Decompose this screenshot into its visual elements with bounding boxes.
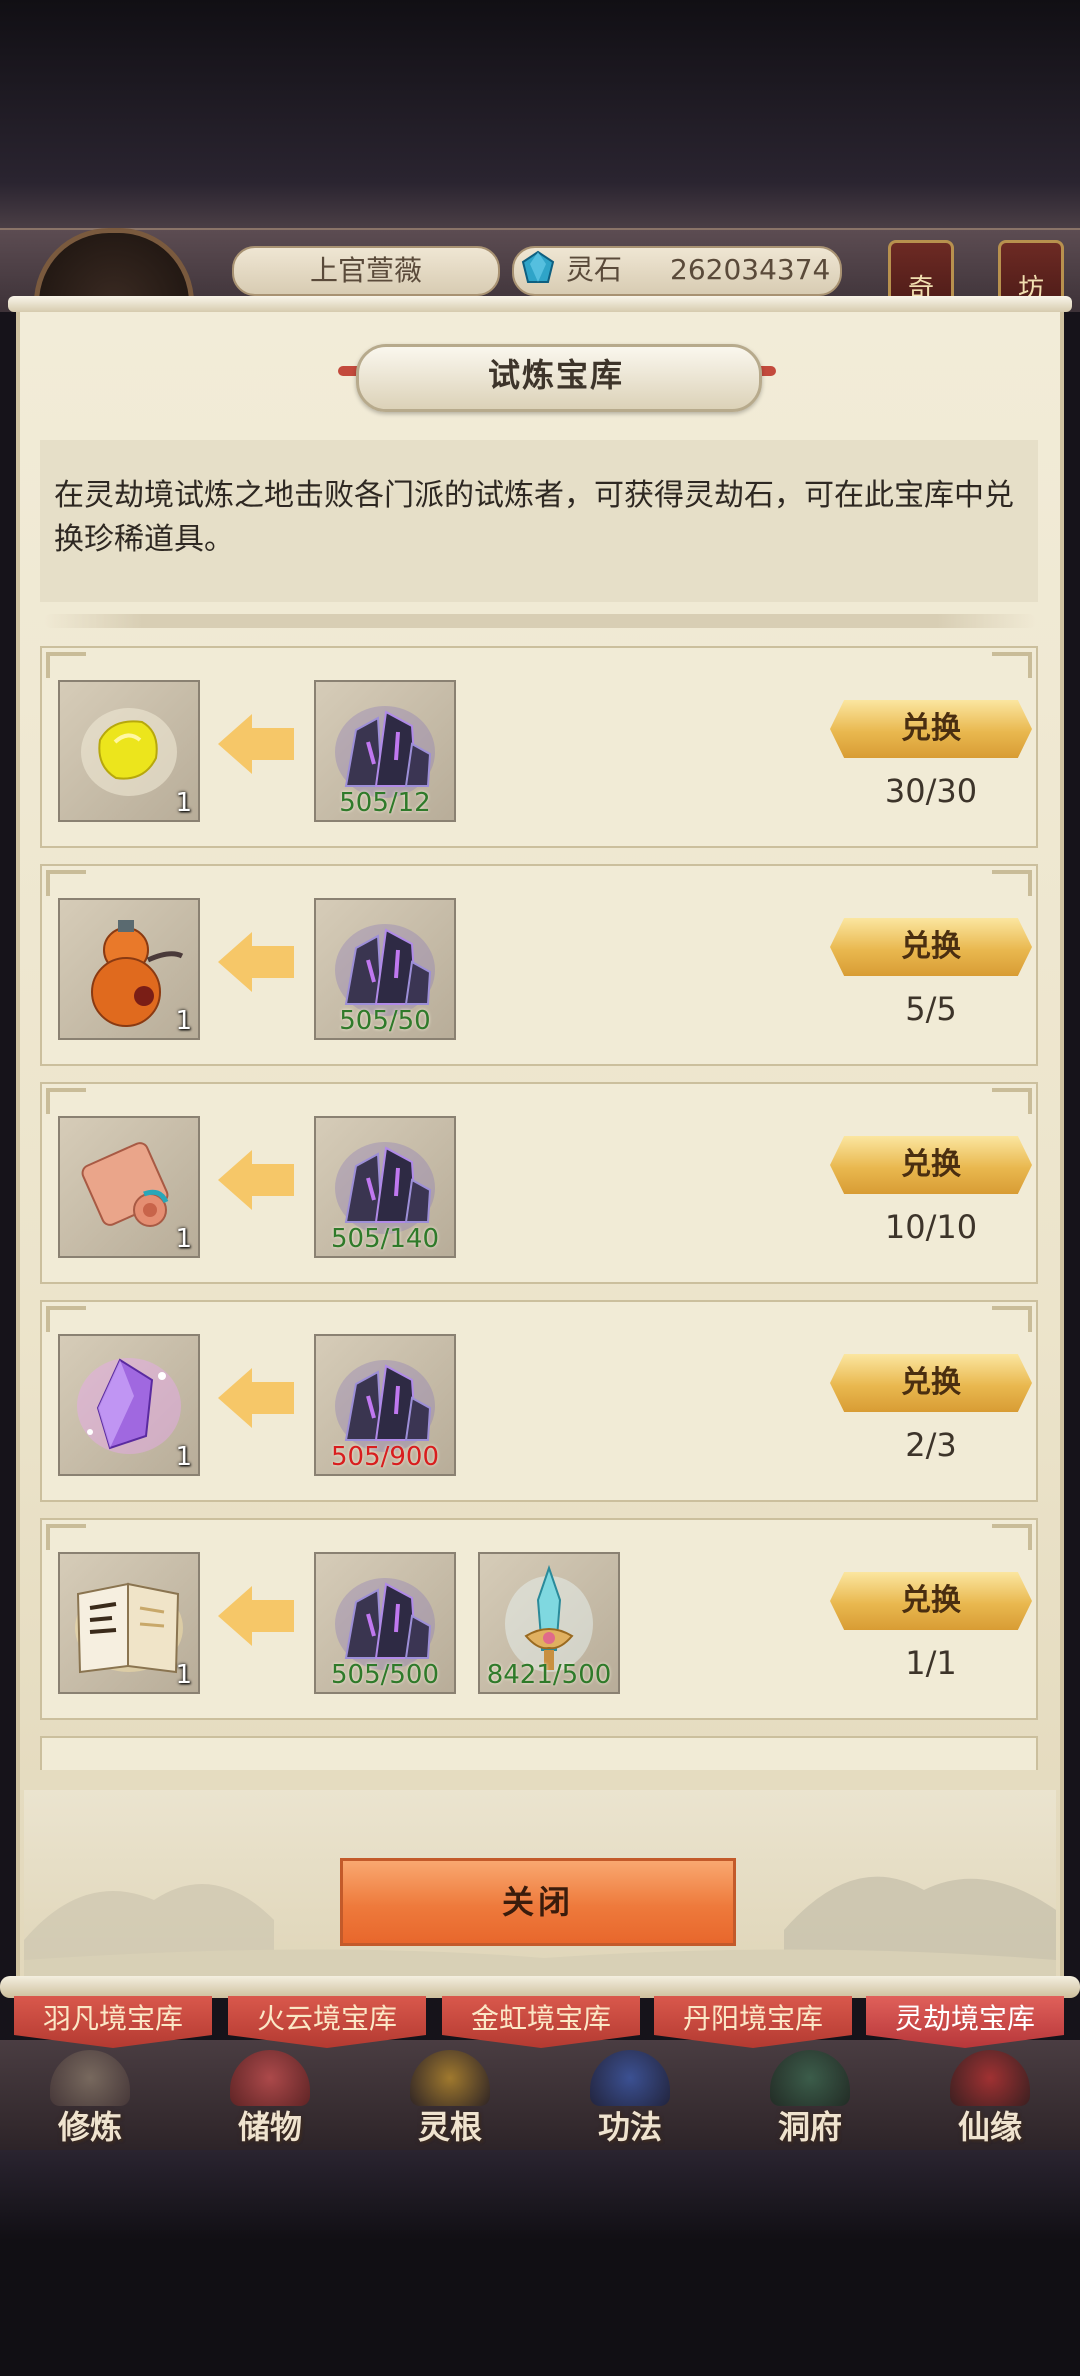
reward-row: 1 505/140 兑换 10/10 <box>40 1082 1038 1284</box>
arrow-left-icon <box>218 932 294 992</box>
row-corner-ornament <box>992 1088 1032 1114</box>
row-corner-ornament <box>46 1306 86 1332</box>
row-corner-ornament <box>992 652 1032 678</box>
arrow-left-icon <box>218 1150 294 1210</box>
manual-icon <box>590 2050 670 2106</box>
currency-value: 262034374 <box>670 253 831 286</box>
nav-label: 功法 <box>597 2108 662 2146</box>
cost-amount: 505/50 <box>339 1006 431 1036</box>
nav-item-technique[interactable]: 功法 <box>540 2040 720 2150</box>
panel-description: 在灵劫境试炼之地击败各门派的试炼者，可获得灵劫石，可在此宝库中兑换珍稀道具。 <box>40 440 1038 602</box>
nav-item-cave[interactable]: 洞府 <box>720 2040 900 2150</box>
exchange-limit: 5/5 <box>905 990 957 1028</box>
reward-item-slot[interactable]: 1 <box>58 1552 200 1694</box>
item-count: 1 <box>175 788 192 818</box>
exchange-limit: 10/10 <box>884 1208 978 1246</box>
cost-item-slot[interactable]: 505/900 <box>314 1334 456 1476</box>
row-corner-ornament <box>992 1306 1032 1332</box>
cost-amount: 505/500 <box>330 1660 439 1690</box>
row-corner-ornament <box>46 1088 86 1114</box>
exchange-button[interactable]: 兑换 <box>830 1572 1032 1630</box>
arrow-left-icon <box>218 1586 294 1646</box>
row-corner-ornament <box>46 1524 86 1550</box>
nav-label: 仙缘 <box>957 2108 1022 2146</box>
meditation-icon <box>50 2050 130 2106</box>
top-background <box>0 0 1080 228</box>
bottom-background <box>0 2150 1080 2376</box>
reward-item-slot[interactable]: 1 <box>58 898 200 1040</box>
nav-item-cultivate[interactable]: 修炼 <box>0 2040 180 2150</box>
exchange-limit: 2/3 <box>905 1426 957 1464</box>
nav-label: 储物 <box>237 2108 302 2146</box>
cost-amount-insufficient: 505/900 <box>330 1442 439 1472</box>
exchange-button[interactable]: 兑换 <box>830 1354 1032 1412</box>
reward-item-slot[interactable]: 1 <box>58 1116 200 1258</box>
nav-item-fate[interactable]: 仙缘 <box>900 2040 1080 2150</box>
bagua-icon <box>950 2050 1030 2106</box>
arrow-left-icon <box>218 714 294 774</box>
reward-row: 1 505/500 8421/500 兑换 1/1 <box>40 1518 1038 1720</box>
row-corner-ornament <box>992 870 1032 896</box>
arrow-left-icon <box>218 1368 294 1428</box>
item-count: 1 <box>175 1442 192 1472</box>
scroll-rod-top <box>8 296 1072 312</box>
scroll-rod-bottom <box>0 1976 1080 1998</box>
cost-amount: 505/140 <box>330 1224 439 1254</box>
exchange-limit: 1/1 <box>905 1644 957 1682</box>
close-button[interactable]: 关闭 <box>340 1858 736 1946</box>
nav-item-storage[interactable]: 储物 <box>180 2040 360 2150</box>
pouch-icon <box>230 2050 310 2106</box>
item-count: 1 <box>175 1006 192 1036</box>
description-text: 在灵劫境试炼之地击败各门派的试炼者，可获得灵劫石，可在此宝库中兑换珍稀道具。 <box>54 478 1014 557</box>
reward-row: 1 505/50 兑换 5/5 <box>40 864 1038 1066</box>
currency-label: 灵石 <box>566 253 623 286</box>
item-count: 1 <box>175 1660 192 1690</box>
reward-row-partial <box>40 1736 1038 1770</box>
exchange-limit: 30/30 <box>884 772 978 810</box>
cost-item-slot[interactable]: 505/50 <box>314 898 456 1040</box>
reward-row: 1 505/12 兑换 30/30 <box>40 646 1038 848</box>
cost-item-slot[interactable]: 505/12 <box>314 680 456 822</box>
exchange-button[interactable]: 兑换 <box>830 1136 1032 1194</box>
row-corner-ornament <box>992 1524 1032 1550</box>
reward-item-slot[interactable]: 1 <box>58 680 200 822</box>
cost-item-slot[interactable]: 505/500 <box>314 1552 456 1694</box>
reward-item-slot[interactable]: 1 <box>58 1334 200 1476</box>
player-name: 上官萱薇 <box>232 246 500 296</box>
cost-amount: 505/12 <box>339 788 431 818</box>
exchange-button[interactable]: 兑换 <box>830 700 1032 758</box>
row-corner-ornament <box>46 652 86 678</box>
taiji-icon <box>410 2050 490 2106</box>
cost-item-slot[interactable]: 8421/500 <box>478 1552 620 1694</box>
nav-label: 洞府 <box>777 2108 842 2146</box>
cost-amount: 8421/500 <box>486 1660 612 1690</box>
divider <box>44 614 1036 628</box>
panel-title: 试炼宝库 <box>487 356 624 394</box>
reward-row: 1 505/900 兑换 2/3 <box>40 1300 1038 1502</box>
gate-icon <box>770 2050 850 2106</box>
nav-item-spirit-root[interactable]: 灵根 <box>360 2040 540 2150</box>
nav-label: 灵根 <box>417 2108 482 2146</box>
spirit-stone-icon <box>521 250 555 283</box>
exchange-button[interactable]: 兑换 <box>830 918 1032 976</box>
row-corner-ornament <box>46 870 86 896</box>
item-count: 1 <box>175 1224 192 1254</box>
nav-label: 修炼 <box>57 2108 122 2146</box>
cost-item-slot[interactable]: 505/140 <box>314 1116 456 1258</box>
